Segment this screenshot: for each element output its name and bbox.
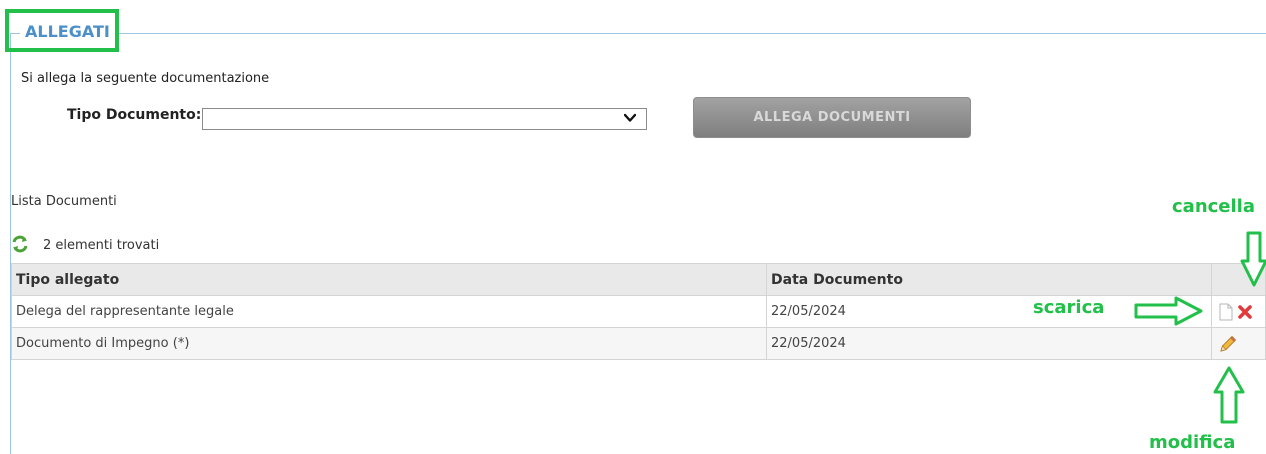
document-icon[interactable] xyxy=(1219,303,1233,321)
allega-documenti-button[interactable]: ALLEGA DOCUMENTI xyxy=(693,97,971,138)
arrow-down-annotation-icon xyxy=(1240,231,1266,287)
refresh-icon[interactable] xyxy=(11,235,29,253)
annotation-modifica: modifica xyxy=(1149,432,1236,453)
cell-data-documento: 22/05/2024 xyxy=(766,327,1212,360)
annotation-cancella: cancella xyxy=(1172,196,1255,217)
table-row: Documento di Impegno (*) 22/05/2024 xyxy=(11,327,1266,360)
chevron-down-icon xyxy=(624,113,636,122)
section-title-highlight xyxy=(5,9,119,52)
delete-icon[interactable] xyxy=(1237,304,1253,320)
tipo-documento-label: Tipo Documento: xyxy=(67,107,202,123)
edit-pencil-icon[interactable] xyxy=(1219,334,1238,353)
table-header-row: Tipo allegato Data Documento xyxy=(11,263,1266,296)
arrow-right-annotation-icon xyxy=(1134,296,1203,326)
lista-documenti-title: Lista Documenti xyxy=(11,194,117,209)
tipo-documento-select[interactable] xyxy=(202,108,647,130)
result-count: 2 elementi trovati xyxy=(43,238,160,253)
fieldset-border-top xyxy=(10,33,1266,34)
annotation-scarica: scarica xyxy=(1033,297,1105,318)
column-header-data-documento[interactable]: Data Documento xyxy=(766,263,1212,296)
intro-text: Si allega la seguente documentazione xyxy=(21,71,270,86)
column-header-tipo-allegato[interactable]: Tipo allegato xyxy=(11,263,767,296)
cell-actions xyxy=(1211,295,1266,328)
cell-actions xyxy=(1211,327,1266,360)
cell-tipo-allegato: Documento di Impegno (*) xyxy=(11,327,767,360)
arrow-up-annotation-icon xyxy=(1213,366,1245,424)
cell-tipo-allegato: Delega del rappresentante legale xyxy=(11,295,767,328)
